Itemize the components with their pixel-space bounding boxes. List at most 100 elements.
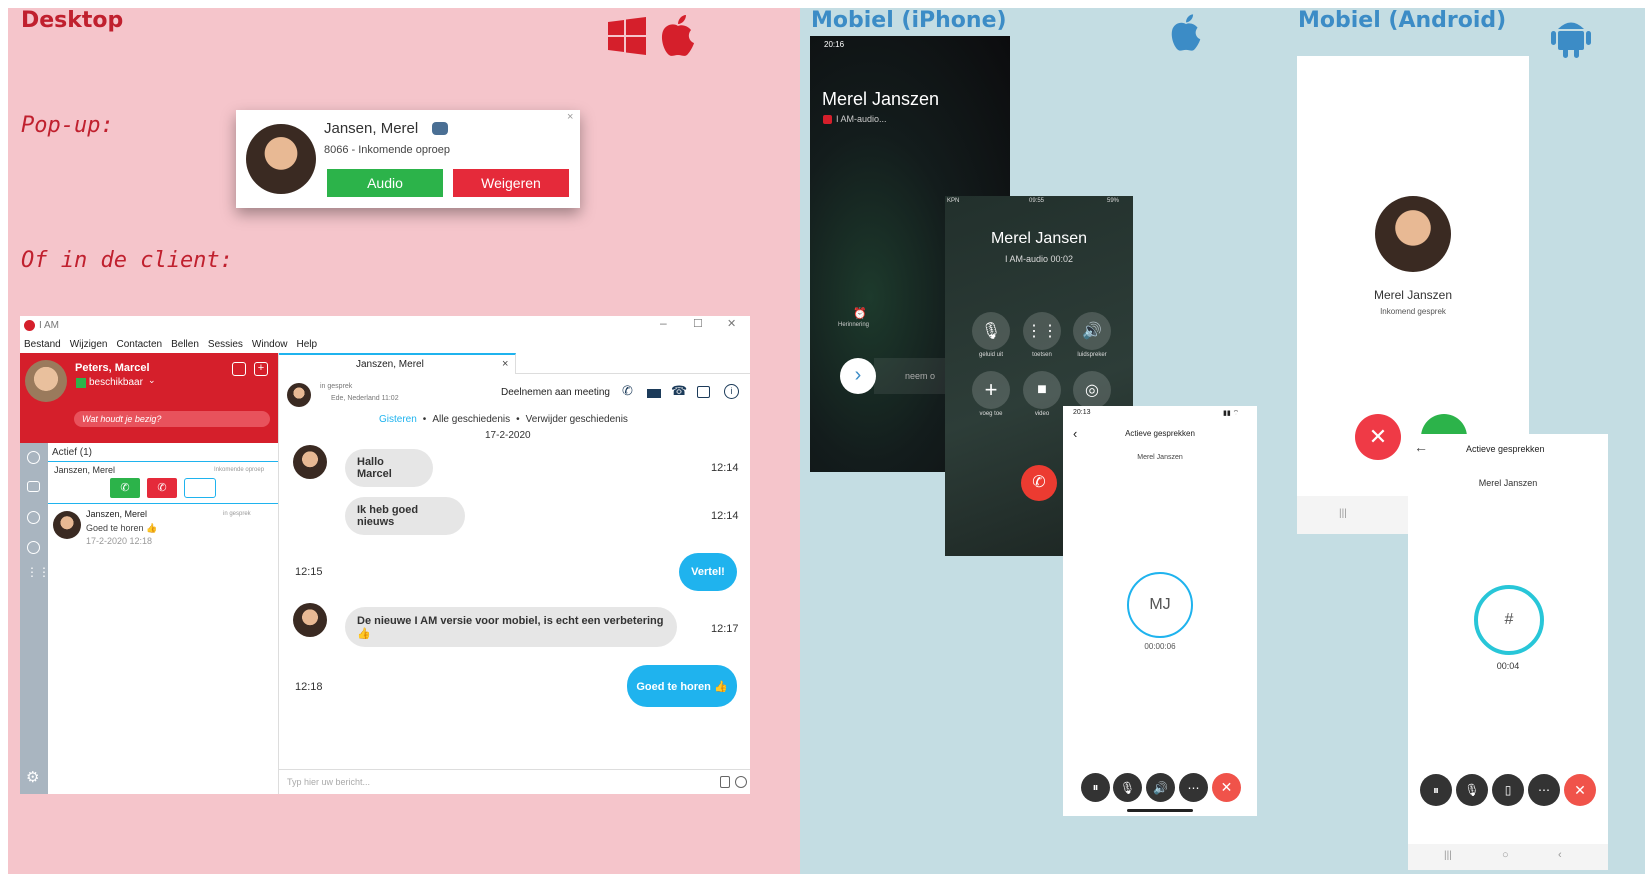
keypad-icon[interactable]: ⋮⋮ <box>1023 312 1061 350</box>
history-avatar <box>53 511 81 539</box>
slide-answer-button[interactable]: › <box>840 358 876 394</box>
hold-icon[interactable]: ⏸ <box>1081 773 1110 802</box>
video-icon[interactable] <box>647 389 661 398</box>
status-message-input[interactable]: Wat houdt je bezig? <box>74 411 270 427</box>
settings-gear-icon[interactable]: ⚙ <box>26 768 39 786</box>
speaker-label: luidspreker <box>1077 352 1107 358</box>
caller-initials: MJ <box>1127 572 1193 638</box>
user-status[interactable]: beschikbaar <box>89 377 143 388</box>
message-time: 12:14 <box>711 462 739 474</box>
dialpad-icon[interactable] <box>232 362 246 376</box>
popup-caller-name: Jansen, Merel <box>324 120 419 137</box>
status-time: 09:55 <box>1029 198 1045 204</box>
history-name[interactable]: Janszen, Merel <box>86 509 147 519</box>
status-chevron-icon[interactable]: ⌄ <box>148 375 156 386</box>
active-title: Actieve gesprekken <box>1466 444 1545 454</box>
chats-icon[interactable] <box>27 481 40 492</box>
chat-icon[interactable] <box>432 122 448 135</box>
menu-contacten[interactable]: Contacten <box>117 339 163 350</box>
message-input[interactable]: Typ hier uw bericht... <box>287 777 370 787</box>
screen-share-icon[interactable] <box>697 386 710 398</box>
menu-window[interactable]: Window <box>252 339 288 350</box>
attach-file-icon[interactable] <box>720 776 730 788</box>
caller-avatar <box>246 124 316 194</box>
end-call-button[interactable]: ✆ <box>1021 465 1057 501</box>
more-icon[interactable]: ⋯ <box>1179 773 1208 802</box>
popup-close-button[interactable]: × <box>567 111 573 123</box>
link-alle-geschiedenis[interactable]: Alle geschiedenis <box>432 414 510 425</box>
menu-wijzigen[interactable]: Wijzigen <box>70 339 108 350</box>
slide-label: neem o <box>905 371 936 381</box>
decline-call-button[interactable]: ✕ <box>1355 414 1401 460</box>
accept-call-icon[interactable]: ✆ <box>110 478 140 498</box>
active-item[interactable]: Merel Janszen <box>1063 454 1257 461</box>
phone-icon[interactable]: ☎ <box>671 383 687 399</box>
message-time: 12:17 <box>711 623 739 635</box>
chat-reply-icon[interactable] <box>184 478 216 498</box>
alarm-icon[interactable]: ⏰ <box>853 307 867 320</box>
list-divider <box>48 503 278 504</box>
home-icon[interactable]: ○ <box>1502 849 1509 861</box>
video-icon[interactable]: ■ <box>1023 371 1061 409</box>
join-meeting-link[interactable]: Deelnemen aan meeting <box>501 387 610 398</box>
keypad-label: toetsen <box>1032 352 1052 358</box>
keypad-button[interactable]: # <box>1474 585 1544 655</box>
active-item[interactable]: Merel Janszen <box>1408 478 1608 488</box>
hold-icon[interactable]: ⏸ <box>1420 774 1452 806</box>
history-icon[interactable] <box>27 511 40 524</box>
menu-help[interactable]: Help <box>297 339 318 350</box>
mute-icon[interactable]: 🎙 <box>1456 774 1488 806</box>
menu-bellen[interactable]: Bellen <box>171 339 199 350</box>
message-avatar <box>293 603 327 637</box>
more-icon[interactable]: ⋯ <box>1528 774 1560 806</box>
recents-icon[interactable]: ||| <box>1444 850 1452 861</box>
mute-icon[interactable]: 🎙 <box>972 312 1010 350</box>
close-window-button[interactable]: ✕ <box>727 317 736 330</box>
link-sep: • <box>422 414 427 425</box>
message-time: 12:15 <box>295 566 323 578</box>
message-time: 12:18 <box>295 681 323 693</box>
emoji-icon[interactable] <box>735 776 747 788</box>
status-battery: 59% <box>1107 198 1120 204</box>
maximize-button[interactable]: ☐ <box>693 317 703 330</box>
keypad-icon[interactable]: ⋮⋮ <box>26 566 50 578</box>
speaker-icon[interactable]: 🔊 <box>1146 773 1175 802</box>
android-icon <box>1550 14 1592 58</box>
phone-icon[interactable]: ▯ <box>1492 774 1524 806</box>
active-item-status: Inkomende oproep <box>214 467 265 473</box>
link-gisteren[interactable]: Gisteren <box>379 414 417 425</box>
globe-icon[interactable] <box>27 541 40 554</box>
recents-icon[interactable]: ||| <box>1339 508 1347 519</box>
accept-audio-button[interactable]: Audio <box>327 169 443 197</box>
add-icon[interactable]: + <box>254 362 268 376</box>
active-item-name[interactable]: Janszen, Merel <box>54 465 115 475</box>
minimize-button[interactable]: – <box>660 316 667 330</box>
link-sep: • <box>516 414 520 425</box>
back-arrow-icon[interactable]: ← <box>1414 439 1428 455</box>
tab-close-button[interactable]: × <box>502 358 508 370</box>
status-dot-icon <box>76 378 86 388</box>
menu-bestand[interactable]: Bestand <box>24 339 61 350</box>
link-verwijder-geschiedenis[interactable]: Verwijder geschiedenis <box>526 414 628 425</box>
contact-location: Ede, Nederland 11:02 <box>331 395 399 402</box>
add-call-icon[interactable]: + <box>972 371 1010 409</box>
end-call-icon[interactable]: ✕ <box>1564 774 1596 806</box>
lock-caller: Merel Janszen <box>822 89 940 109</box>
menu-sessies[interactable]: Sessies <box>208 339 243 350</box>
user-avatar[interactable] <box>25 360 67 402</box>
reminder-label: Herinnering <box>838 322 870 328</box>
contacts-icon[interactable] <box>27 451 40 464</box>
speaker-icon[interactable]: 🔊 <box>1073 312 1111 350</box>
decline-button[interactable]: Weigeren <box>453 169 569 197</box>
end-call-icon[interactable]: ✕ <box>1212 773 1241 802</box>
call-icon[interactable]: ✆ <box>622 383 633 399</box>
mute-icon[interactable]: 🎙 <box>1113 773 1142 802</box>
active-timer: 00:04 <box>1496 661 1520 671</box>
chat-tab[interactable]: Janszen, Merel × <box>279 353 516 374</box>
nav-back-icon[interactable]: ‹ <box>1558 849 1562 861</box>
message-bubble: Ik heb goed nieuws <box>345 497 465 535</box>
active-title: Actieve gesprekken <box>1125 429 1195 438</box>
decline-call-icon[interactable]: ✆ <box>147 478 177 498</box>
info-icon[interactable]: i <box>724 384 739 399</box>
contacts-icon[interactable]: ◎ <box>1073 371 1111 409</box>
